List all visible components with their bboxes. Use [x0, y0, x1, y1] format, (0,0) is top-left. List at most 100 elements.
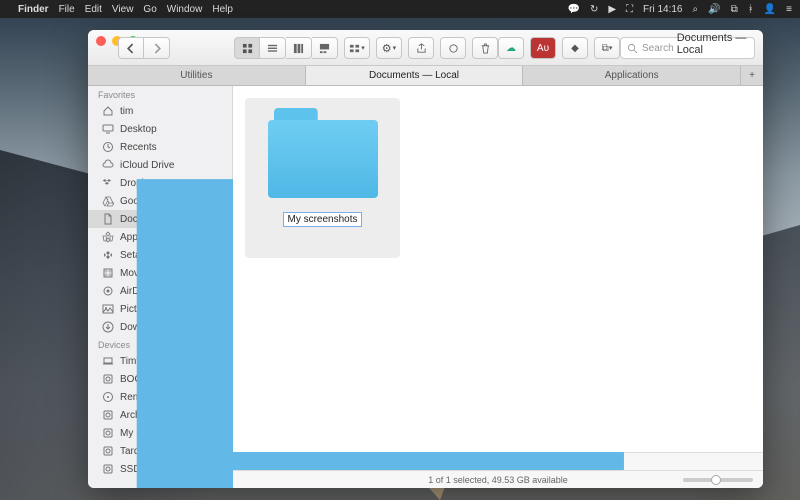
icon-size-slider[interactable]: [683, 478, 753, 482]
status-text: 1 of 1 selected, 49.53 GB available: [428, 475, 568, 485]
apps-icon: [102, 231, 114, 243]
dropbox-button[interactable]: ⧉▾: [594, 37, 620, 59]
sidebar-item-google-drive[interactable]: Google Drive: [88, 192, 232, 210]
eject-icon[interactable]: ⏏: [214, 429, 222, 438]
doc-icon: [102, 213, 114, 225]
eject-icon[interactable]: ⏏: [214, 447, 222, 456]
close-button[interactable]: [96, 36, 106, 46]
folder-icon: [349, 457, 359, 467]
folder-item[interactable]: My screenshots: [245, 98, 400, 258]
sidebar-item-remote-disc[interactable]: Remote Disc: [88, 388, 232, 406]
play-icon[interactable]: ▶: [608, 4, 616, 15]
forward-button[interactable]: [144, 37, 170, 59]
clock-text[interactable]: Fri 14:16: [643, 4, 682, 15]
expand-icon[interactable]: ⛶: [626, 4, 633, 15]
sidebar-item-applications[interactable]: Applications: [88, 228, 232, 246]
sidebar-item-label: Remote Disc: [120, 392, 177, 403]
view-list-button[interactable]: [260, 37, 286, 59]
sidebar-item-movies[interactable]: Movies: [88, 264, 232, 282]
path-seg-0[interactable]: tim: [255, 457, 267, 467]
path-seg-2[interactable]: untitled folder: [363, 457, 417, 467]
sidebar-item-downloads[interactable]: Downloads: [88, 318, 232, 336]
siri-icon[interactable]: ≡: [786, 4, 792, 15]
magnify-icon[interactable]: ⌕: [693, 4, 699, 15]
path-bar: tim › Documents › untitled folder: [233, 452, 763, 470]
laptop-icon: [102, 355, 114, 367]
extension-app2-button[interactable]: ◆: [562, 37, 588, 59]
sync-icon[interactable]: ↻: [590, 4, 598, 15]
bluetooth-icon[interactable]: ᚼ: [748, 4, 754, 15]
trash-button[interactable]: [472, 37, 498, 59]
search-field[interactable]: Search: [620, 37, 755, 59]
menu-help[interactable]: Help: [212, 4, 233, 15]
sidebar-item-tim[interactable]: tim: [88, 102, 232, 120]
window-titlebar: ▾ ⚙▾ ☁ Aᴜ ◆ ⧉▾ Search: [88, 30, 763, 66]
sidebar-item-label: Desktop: [120, 124, 157, 135]
menu-view[interactable]: View: [112, 4, 134, 15]
arrange-button[interactable]: ▾: [344, 37, 370, 59]
sidebar-item-label: Documents: [120, 214, 171, 225]
sidebar-item-label: Downloads: [120, 322, 169, 333]
menu-edit[interactable]: Edit: [85, 4, 102, 15]
back-button[interactable]: [118, 37, 144, 59]
content-area[interactable]: My screenshots: [233, 86, 763, 452]
sidebar-item-label: Tim's MacBook Pro: [120, 356, 206, 367]
new-tab-button[interactable]: +: [741, 66, 763, 85]
app-name[interactable]: Finder: [18, 4, 49, 15]
sidebar-item-archives[interactable]: Archives⏏: [88, 406, 232, 424]
sidebar-item-label: Pictures: [120, 304, 156, 315]
eject-icon[interactable]: ⏏: [214, 411, 222, 420]
volume-icon[interactable]: 🔊: [708, 4, 720, 15]
user-icon[interactable]: 👤: [764, 4, 776, 15]
sidebar-item-tim-s-macbook-pro[interactable]: Tim's MacBook Pro: [88, 352, 232, 370]
search-icon: [627, 43, 638, 54]
extension-app1-button[interactable]: Aᴜ: [530, 37, 556, 59]
finder-window: ▾ ⚙▾ ☁ Aᴜ ◆ ⧉▾ Search Documents — Local: [88, 30, 763, 488]
view-columns-button[interactable]: [286, 37, 312, 59]
tab-utilities[interactable]: Utilities: [88, 66, 306, 85]
sidebar-item-airdrop[interactable]: AirDrop: [88, 282, 232, 300]
sidebar-item-label: BOOTCAMP: [120, 374, 177, 385]
menu-file[interactable]: File: [59, 4, 75, 15]
sidebar-item-dropbox[interactable]: Dropbox: [88, 174, 232, 192]
dropbox-icon: [102, 177, 114, 189]
sidebar-item-label: Movies: [120, 268, 152, 279]
disk-icon: [102, 445, 114, 457]
sidebar-item-my-book[interactable]: My Book⏏: [88, 424, 232, 442]
sidebar-item-label: Recents: [120, 142, 157, 153]
sidebar-item-desktop[interactable]: Desktop: [88, 120, 232, 138]
folder-name-edit[interactable]: My screenshots: [283, 212, 361, 227]
path-seg-1[interactable]: Documents: [292, 457, 338, 467]
sidebar-item-documents[interactable]: Documents: [88, 210, 232, 228]
view-icons-button[interactable]: [234, 37, 260, 59]
sidebar-item-bootcamp[interactable]: BOOTCAMP: [88, 370, 232, 388]
view-gallery-button[interactable]: [312, 37, 338, 59]
sidebar-item-icloud-drive[interactable]: iCloud Drive: [88, 156, 232, 174]
tags-button[interactable]: [440, 37, 466, 59]
sidebar-item-pictures[interactable]: Pictures: [88, 300, 232, 318]
home-icon: [241, 457, 251, 467]
sidebar-item-ssd2go[interactable]: SSD2go⏏: [88, 460, 232, 478]
downloads-icon: [102, 321, 114, 333]
status-bar: 1 of 1 selected, 49.53 GB available: [233, 470, 763, 488]
folder-icon-large: [268, 108, 378, 198]
cloud-icon: [102, 159, 114, 171]
eject-icon[interactable]: ⏏: [214, 465, 222, 474]
tab-applications[interactable]: Applications: [523, 66, 741, 85]
home-icon: [102, 105, 114, 117]
toolbar: ▾ ⚙▾ ☁ Aᴜ ◆ ⧉▾ Search: [118, 35, 755, 61]
menu-window[interactable]: Window: [167, 4, 203, 15]
sidebar-item-recents[interactable]: Recents: [88, 138, 232, 156]
sidebar-item-label: Applications: [120, 232, 174, 243]
share-button[interactable]: [408, 37, 434, 59]
wifi-icon[interactable]: ⧉: [731, 4, 738, 15]
tab-documents[interactable]: Documents — Local: [306, 66, 524, 85]
sidebar: FavoritestimDesktopRecentsiCloud DriveDr…: [88, 86, 233, 488]
menu-go[interactable]: Go: [143, 4, 156, 15]
chat-icon[interactable]: 💬: [567, 4, 579, 15]
extension-cloud-button[interactable]: ☁: [498, 37, 524, 59]
sidebar-item-setapp[interactable]: Setapp: [88, 246, 232, 264]
disc-icon: [102, 391, 114, 403]
sidebar-item-tardisk[interactable]: Tardisk⏏: [88, 442, 232, 460]
action-button[interactable]: ⚙▾: [376, 37, 402, 59]
